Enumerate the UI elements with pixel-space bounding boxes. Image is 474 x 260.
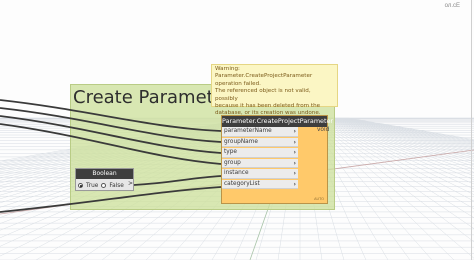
port-label: groupName [224, 138, 258, 145]
port-arrow-icon: › [293, 128, 296, 135]
port-label: parameterName [224, 128, 272, 134]
input-port-parameter-name[interactable]: parameterName › [222, 127, 298, 137]
radio-true-label[interactable]: True [86, 183, 98, 189]
port-label: group [224, 159, 241, 166]
lacing-indicator[interactable]: AUTO [314, 197, 324, 201]
port-arrow-icon: › [293, 138, 296, 146]
port-label: type [224, 149, 237, 155]
node-title[interactable]: Boolean [76, 169, 133, 179]
radio-false-label[interactable]: False [109, 183, 124, 189]
port-label: categoryList [224, 180, 260, 187]
wire-type[interactable] [0, 115, 222, 154]
warning-line: operation failed. [215, 80, 261, 87]
warning-line: Warning: Parameter.CreateProjectParamete… [215, 66, 313, 80]
radio-false-icon[interactable] [101, 183, 107, 188]
node-title[interactable]: Parameter.CreateProjectParameter [222, 116, 333, 127]
warning-line: because it has been deleted from the [215, 103, 321, 110]
node-create-project-parameter[interactable]: Parameter.CreateProjectParameter paramet… [221, 115, 333, 204]
node-body [298, 127, 327, 203]
port-arrow-icon: › [293, 170, 296, 177]
warning-bubble: Warning: Parameter.CreateProjectParamete… [211, 64, 338, 116]
port-arrow-icon: › [293, 180, 296, 188]
port-label: instance [224, 170, 249, 176]
warning-line: The referenced object is not valid, poss… [215, 88, 311, 102]
input-port-group[interactable]: group › [222, 158, 298, 168]
wire-group-name[interactable] [0, 107, 222, 143]
boolean-options: True False [78, 181, 124, 190]
output-port-void[interactable]: void [317, 127, 329, 133]
node-boolean[interactable]: Boolean True False [75, 168, 134, 191]
wire-instance[interactable] [133, 175, 222, 186]
port-arrow-icon: › [293, 159, 296, 167]
input-port-category-list[interactable]: categoryList › [222, 179, 298, 189]
boolean-output-port[interactable]: > [128, 180, 133, 187]
input-port-group-name[interactable]: groupName › [222, 137, 298, 147]
input-port-instance[interactable]: instance › [222, 169, 298, 179]
radio-true-icon[interactable] [78, 183, 83, 188]
wire-group[interactable] [0, 123, 222, 165]
graph-canvas[interactable]: ол.сЕ Create Parameters Warning: Paramet… [0, 0, 474, 260]
input-port-type[interactable]: type › [222, 148, 298, 158]
port-arrow-icon: › [293, 149, 296, 156]
